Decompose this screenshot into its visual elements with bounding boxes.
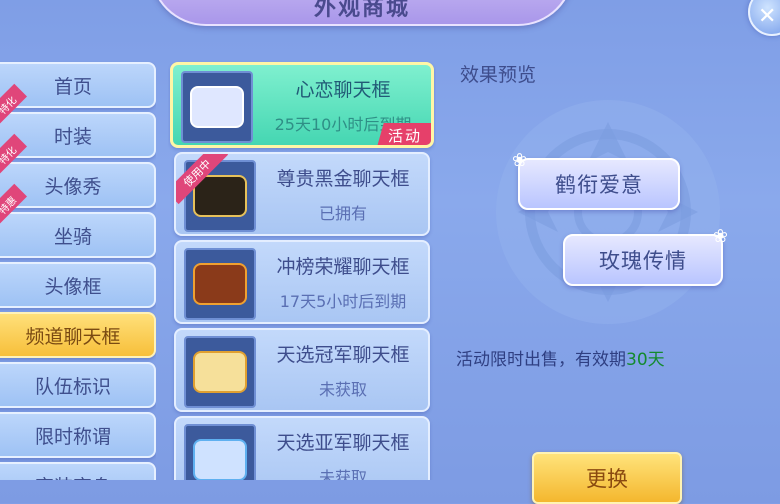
item-status: 未获取 [318,468,367,480]
sidebar-item-label: 时装 [53,125,92,148]
sidebar-item-fashion[interactable]: 特化 时装 [0,83,156,158]
sidebar-item-label: 变装变身 [35,472,111,481]
sidebar-item-avatar-show[interactable]: 特化 头像秀 [0,133,156,208]
item-status: 未获取 [318,380,367,399]
sidebar-item-team-mark[interactable]: 队伍标识 [0,362,156,408]
rose-icon: ❀ [712,226,729,247]
item-thumbnail [181,71,253,143]
sidebar-item-mount[interactable]: 特惠 坐骑 [0,183,156,258]
chat-bubble-icon [193,351,247,393]
emblem-background-icon [496,100,720,324]
validity-period: 30天 [626,350,665,370]
item-name: 尊贵黑金聊天框 [276,168,410,190]
item-status: 已拥有 [318,204,367,223]
sidebar-item-label: 队伍标识 [34,375,111,398]
list-item[interactable]: 使用中 尊贵黑金聊天框 已拥有 [174,152,430,236]
rose-icon: ❀ [512,150,529,171]
effect-description: 活动限时出售，有效期30天 [456,345,665,370]
close-icon: ✕ [758,4,777,29]
preview-bubble-text: 鹤衔爱意 [555,173,643,197]
list-item[interactable]: 天选冠军聊天框 未获取 [174,328,430,412]
sidebar-item-limited-title[interactable]: 限时称谓 [0,412,156,458]
item-name: 天选亚军聊天框 [276,432,410,454]
sidebar-item-label: 限时称谓 [34,425,111,448]
exchange-button[interactable]: 更换 [532,452,682,504]
sidebar-item-home[interactable]: 首页 [0,62,156,108]
preview-bubble: ❀ 鹤衔爱意 [512,150,680,210]
item-status: 17天5小时后到期 [279,292,407,311]
sidebar-item-label: 头像框 [44,275,102,298]
sidebar-item-transform[interactable]: 变装变身 [0,462,156,480]
description-text: 活动限时出售，有效期 [456,350,626,370]
item-thumbnail [184,248,256,320]
item-name: 冲榜荣耀聊天框 [276,256,410,278]
sidebar-item-avatar-frame[interactable]: 头像框 [0,262,156,308]
page-title: 外观商城 [313,0,410,20]
preview-bubble-text: 玫瑰传情 [599,249,687,273]
sidebar-item-label: 首页 [53,75,92,98]
list-item[interactable]: 天选亚军聊天框 未获取 [174,416,430,480]
sidebar-item-label: 头像秀 [44,175,102,198]
close-button[interactable]: ✕ [748,0,780,36]
preview-bubble: ❀ 玫瑰传情 [563,226,728,286]
sidebar-item-label: 坐骑 [53,225,92,248]
item-name: 心恋聊天框 [295,79,391,101]
chat-bubble-icon [190,86,244,128]
item-name: 天选冠军聊天框 [276,344,410,366]
sidebar-item-chat-frame[interactable]: 频道聊天框 [0,312,156,358]
chat-bubble-icon [193,263,247,305]
item-thumbnail [184,424,256,480]
activity-badge: 活动 [377,123,431,145]
title-banner: 外观商城 [150,0,574,26]
chat-frame-list[interactable]: 心恋聊天框 25天10小时后到期 活动 使用中 尊贵黑金聊天框 已拥有 冲榜荣耀… [168,60,436,480]
list-item[interactable]: 冲榜荣耀聊天框 17天5小时后到期 [174,240,430,324]
sidebar: 首页 特化 时装 特化 头像秀 特惠 坐骑 头像框 频道聊天框 队伍标识 限时称… [0,60,156,480]
chat-bubble-icon [193,439,247,480]
list-item[interactable]: 心恋聊天框 25天10小时后到期 活动 [170,62,434,148]
item-thumbnail [184,336,256,408]
sidebar-item-label: 频道聊天框 [25,325,121,348]
preview-title: 效果预览 [460,64,537,86]
exchange-button-label: 更换 [586,467,628,491]
